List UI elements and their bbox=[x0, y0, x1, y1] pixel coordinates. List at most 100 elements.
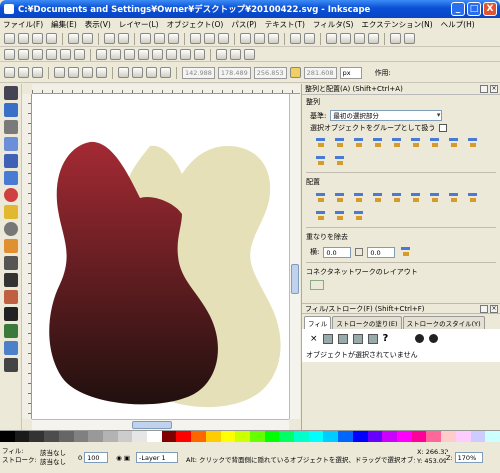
menu-extensions[interactable]: エクステンション(N) bbox=[361, 19, 432, 30]
snap-page-border-icon[interactable] bbox=[216, 49, 227, 60]
no-paint-icon[interactable]: × bbox=[310, 334, 318, 344]
distribute-baseline-v-icon[interactable] bbox=[314, 209, 329, 223]
vertical-scroll-thumb[interactable] bbox=[291, 264, 299, 294]
import-icon[interactable] bbox=[68, 33, 79, 44]
deselect-icon[interactable] bbox=[32, 67, 43, 78]
horizontal-ruler[interactable] bbox=[32, 84, 300, 94]
overlap-h-spin[interactable]: 0.0 bbox=[323, 246, 352, 258]
align-bottom-icon[interactable] bbox=[466, 136, 481, 150]
palette-swatch[interactable] bbox=[294, 431, 309, 442]
unclump-icon[interactable] bbox=[352, 209, 367, 223]
distribute-bottom-icon[interactable] bbox=[466, 191, 481, 205]
lower-icon[interactable] bbox=[146, 67, 157, 78]
flat-color-icon[interactable] bbox=[322, 333, 333, 344]
distribute-center-h-icon[interactable] bbox=[333, 191, 348, 205]
star-tool-icon[interactable] bbox=[4, 205, 18, 219]
align-distribute-icon[interactable] bbox=[368, 33, 379, 44]
distribute-baseline-h-icon[interactable] bbox=[390, 191, 405, 205]
palette-swatch[interactable] bbox=[235, 431, 250, 442]
snap-rotation-center-icon[interactable] bbox=[194, 49, 205, 60]
distribute-center-v-icon[interactable] bbox=[428, 191, 443, 205]
menu-filters[interactable]: フィルタ(S) bbox=[313, 19, 353, 30]
menu-file[interactable]: ファイル(F) bbox=[3, 19, 43, 30]
palette-swatch[interactable] bbox=[396, 431, 412, 442]
height-field[interactable]: 281.608 bbox=[303, 66, 337, 79]
flip-horizontal-icon[interactable] bbox=[82, 67, 93, 78]
unset-paint-icon[interactable]: ? bbox=[383, 333, 389, 344]
text-font-icon[interactable] bbox=[340, 33, 351, 44]
layer-lock-icon[interactable]: ▣ bbox=[124, 454, 130, 462]
linear-gradient-icon[interactable] bbox=[337, 333, 348, 344]
palette-swatch[interactable] bbox=[44, 431, 59, 442]
palette-swatch[interactable] bbox=[455, 431, 471, 442]
raise-icon[interactable] bbox=[132, 67, 143, 78]
palette-swatch[interactable] bbox=[205, 431, 221, 442]
align-top-icon[interactable] bbox=[428, 136, 443, 150]
align-top-to-bottom-icon[interactable] bbox=[314, 154, 329, 168]
align-left-icon[interactable] bbox=[333, 136, 348, 150]
snap-toggle-icon[interactable] bbox=[4, 49, 15, 60]
copy-icon[interactable] bbox=[140, 33, 151, 44]
palette-swatch[interactable] bbox=[308, 431, 324, 442]
rectangle-tool-icon[interactable] bbox=[4, 154, 18, 168]
menu-edit[interactable]: 編集(E) bbox=[51, 19, 77, 30]
fill-rule-nonzero-icon[interactable] bbox=[429, 334, 439, 343]
remove-overlaps-icon[interactable] bbox=[399, 245, 414, 259]
pattern-icon[interactable] bbox=[367, 333, 378, 344]
align-baseline-icon[interactable] bbox=[333, 154, 348, 168]
palette-swatch[interactable] bbox=[279, 431, 295, 442]
palette-swatch[interactable] bbox=[0, 431, 15, 442]
zoom-page-icon[interactable] bbox=[218, 33, 229, 44]
relative-to-select[interactable]: 最初の選択部分 bbox=[330, 110, 443, 121]
paste-icon[interactable] bbox=[168, 33, 179, 44]
horizontal-scroll-thumb[interactable] bbox=[132, 421, 172, 429]
palette-swatch[interactable] bbox=[191, 431, 206, 442]
fill-rule-evenodd-icon[interactable] bbox=[415, 334, 425, 343]
select-all-icon[interactable] bbox=[4, 67, 15, 78]
export-icon[interactable] bbox=[82, 33, 93, 44]
node-tool-icon[interactable] bbox=[4, 103, 18, 117]
dock-close-icon[interactable]: × bbox=[490, 305, 498, 313]
align-right-to-left-icon[interactable] bbox=[314, 136, 329, 150]
align-right-icon[interactable] bbox=[371, 136, 386, 150]
align-center-vertical-axis-icon[interactable] bbox=[352, 136, 367, 150]
zoom-tool-icon[interactable] bbox=[4, 137, 18, 151]
dock-restore-icon[interactable] bbox=[480, 305, 488, 313]
gradient-tool-icon[interactable] bbox=[4, 341, 18, 355]
unit-select[interactable]: px bbox=[339, 66, 362, 79]
document-properties-icon[interactable] bbox=[404, 33, 415, 44]
snap-guides-icon[interactable] bbox=[244, 49, 255, 60]
snap-intersections-icon[interactable] bbox=[124, 49, 135, 60]
dock-restore-icon[interactable] bbox=[480, 85, 488, 93]
align-bottom-to-top-icon[interactable] bbox=[409, 136, 424, 150]
clone-icon[interactable] bbox=[254, 33, 265, 44]
spray-tool-icon[interactable] bbox=[4, 324, 18, 338]
snap-bbox-icon[interactable] bbox=[18, 49, 29, 60]
group-icon[interactable] bbox=[290, 33, 301, 44]
drawing-canvas[interactable] bbox=[32, 94, 289, 419]
align-left-to-right-icon[interactable] bbox=[390, 136, 405, 150]
text-tool-icon[interactable] bbox=[4, 307, 18, 321]
preferences-icon[interactable] bbox=[390, 33, 401, 44]
palette-swatch[interactable] bbox=[161, 431, 177, 442]
tab-stroke-paint[interactable]: ストロークの塗り(E) bbox=[332, 316, 402, 329]
snap-cusp-nodes-icon[interactable] bbox=[138, 49, 149, 60]
snap-bbox-midpoint-icon[interactable] bbox=[60, 49, 71, 60]
snap-nodes-icon[interactable] bbox=[96, 49, 107, 60]
palette-swatch[interactable] bbox=[441, 431, 456, 442]
distribute-gaps-v-icon[interactable] bbox=[447, 191, 462, 205]
raise-to-top-icon[interactable] bbox=[118, 67, 129, 78]
dropper-tool-icon[interactable] bbox=[4, 358, 18, 372]
palette-swatch[interactable] bbox=[88, 431, 103, 442]
randomize-icon[interactable] bbox=[333, 209, 348, 223]
group-option-checkbox[interactable] bbox=[439, 124, 448, 132]
align-center-horizontal-axis-icon[interactable] bbox=[447, 136, 462, 150]
y-field[interactable]: 178.489 bbox=[217, 66, 251, 79]
palette-swatch[interactable] bbox=[29, 431, 45, 442]
snap-smooth-nodes-icon[interactable] bbox=[152, 49, 163, 60]
palette-swatch[interactable] bbox=[73, 431, 89, 442]
dock-close-icon[interactable]: × bbox=[490, 85, 498, 93]
unlink-clone-icon[interactable] bbox=[268, 33, 279, 44]
status-swatches[interactable]: 該当なし 該当なし bbox=[40, 449, 66, 467]
overlap-v-spin[interactable]: 0.0 bbox=[367, 246, 396, 258]
